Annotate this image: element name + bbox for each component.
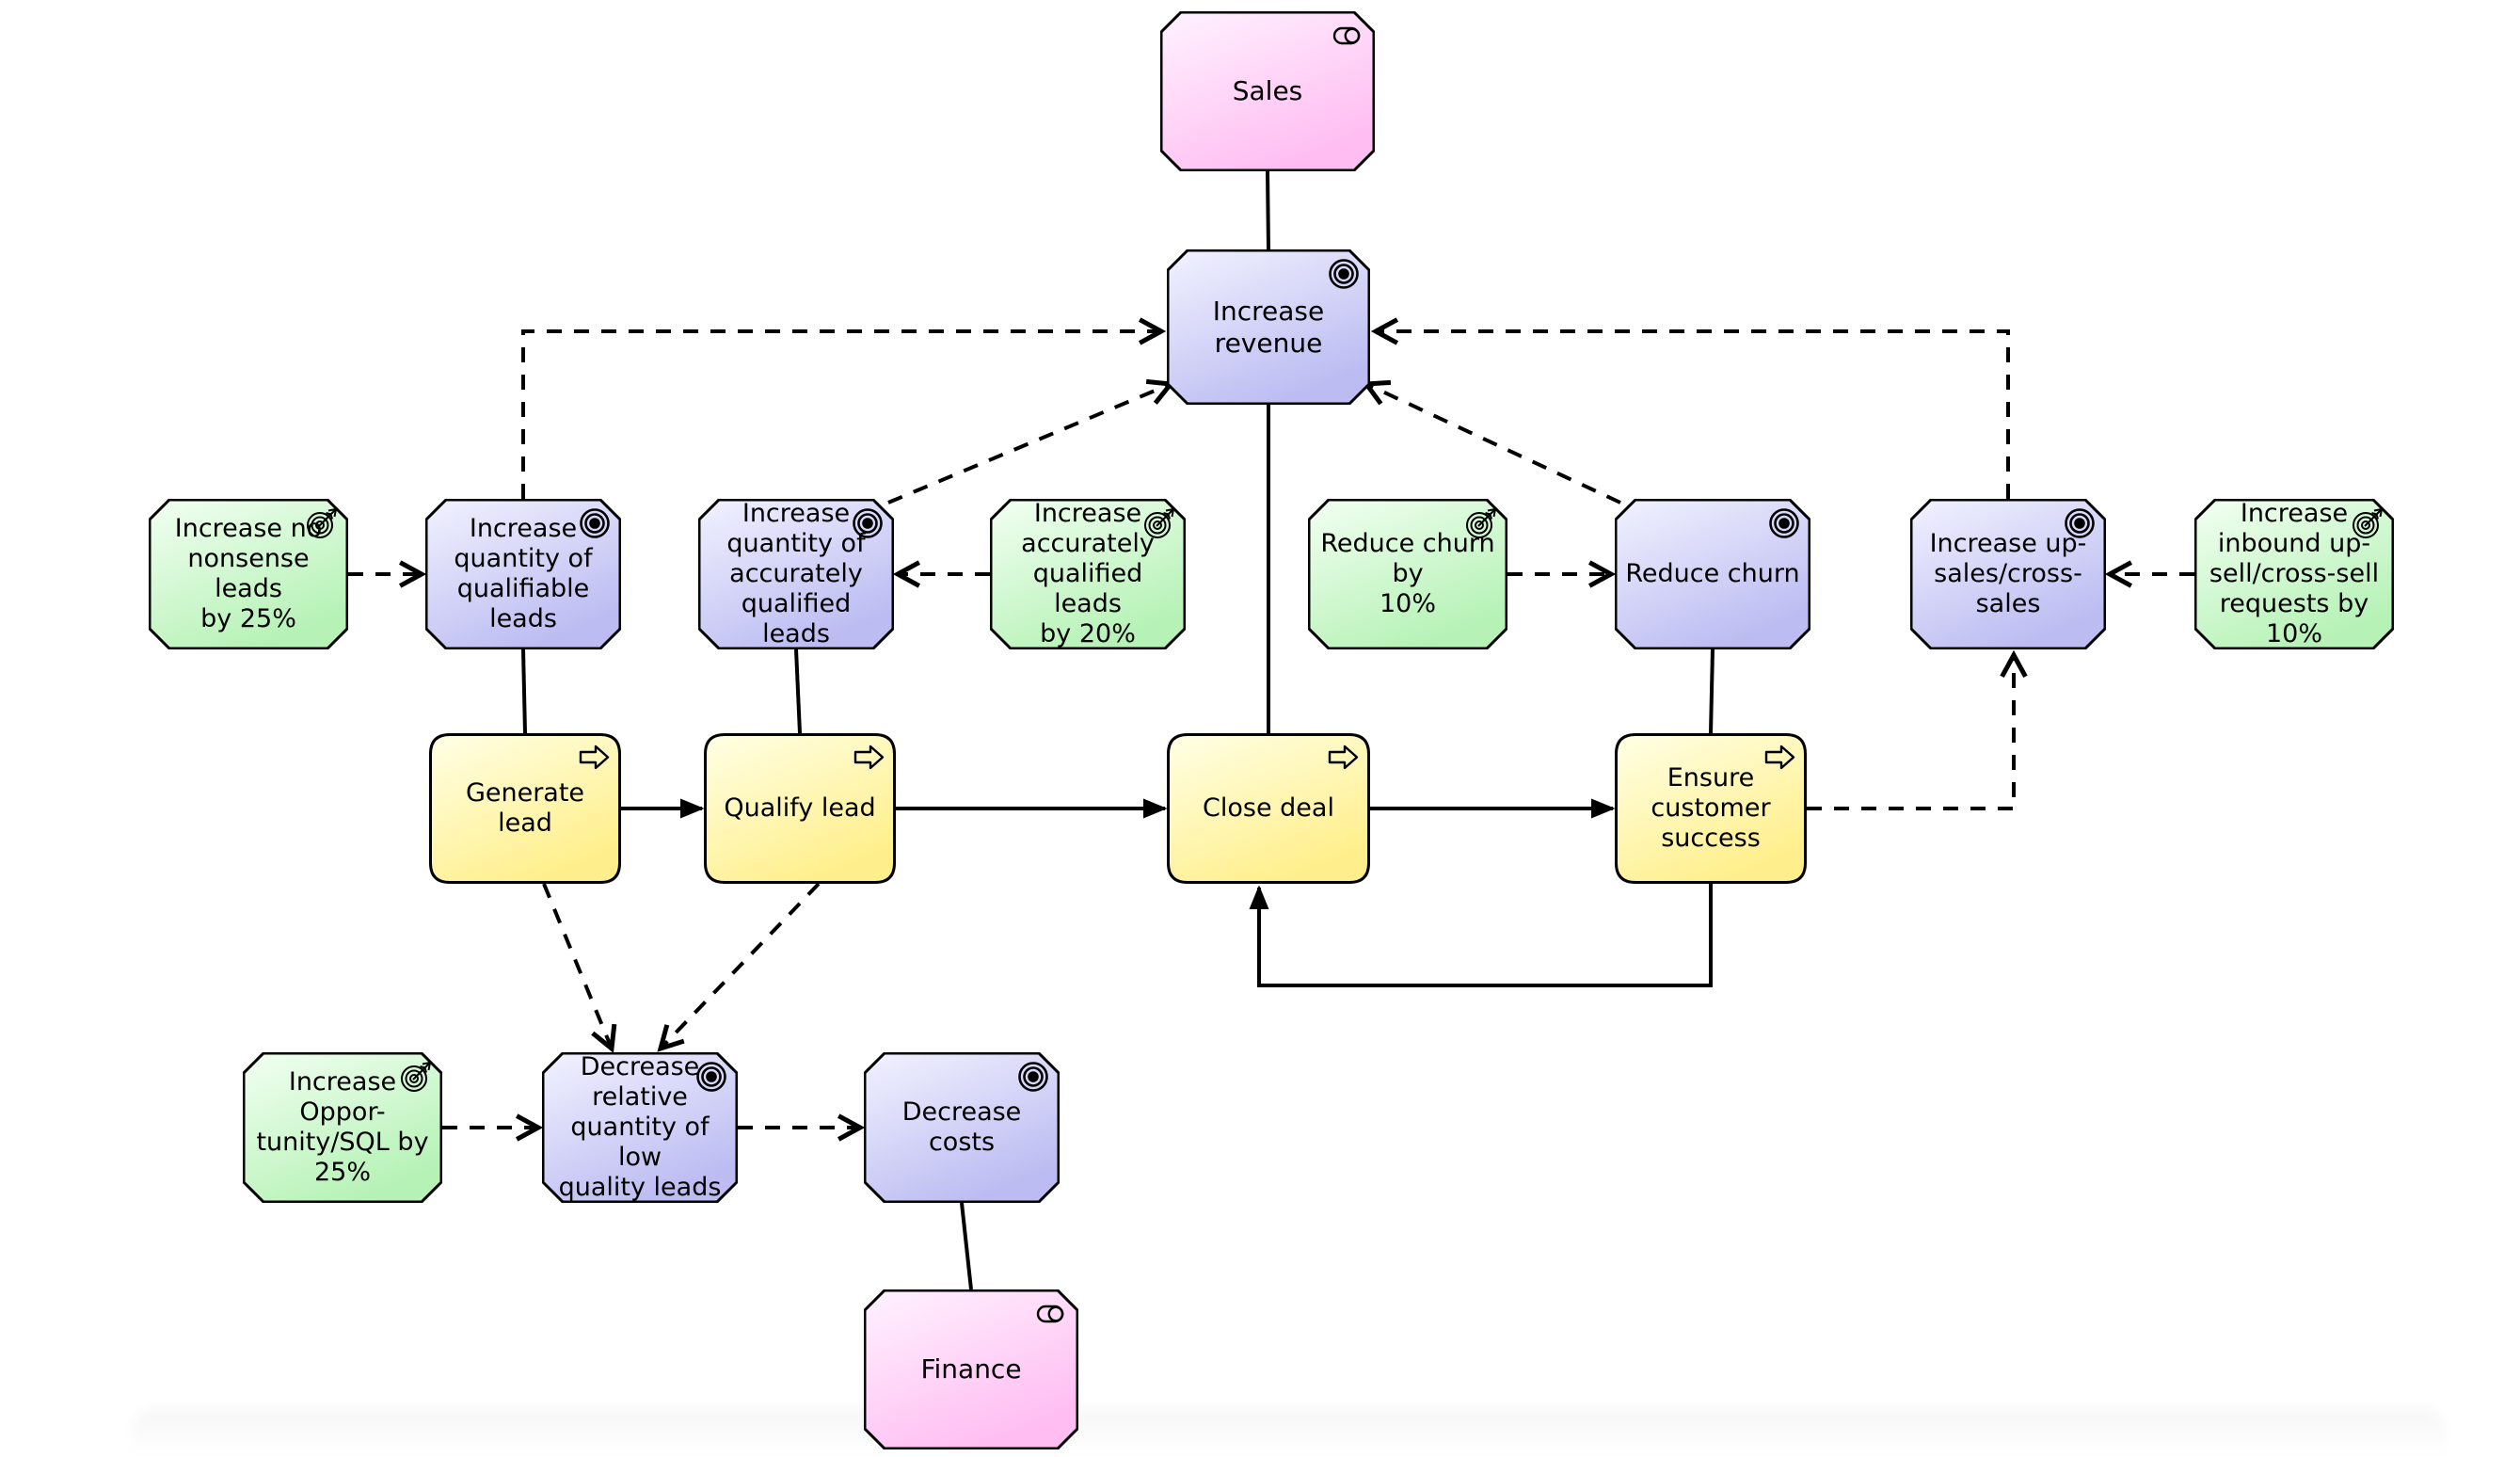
outcome-target-arrow-icon [1465,507,1497,546]
node-label: Ensure customer success [1651,763,1771,853]
node-reduce-churn-10[interactable]: Reduce churn by 10% [1308,499,1507,649]
edge-qualify-closedeal [896,798,1168,819]
node-finance[interactable]: Finance [864,1289,1078,1449]
edge-closedeal-ensure [1370,798,1616,819]
goal-target-icon [2064,507,2096,546]
outcome-target-arrow-icon [2352,507,2384,546]
node-label: Close deal [1203,793,1334,824]
edge-layer [348,170,2194,1290]
node-inc-accurate-q[interactable]: Increase quantity of accurately qualifie… [698,499,894,649]
diagram-canvas: Sales Increase revenue Increase no nonsens… [0,0,2520,1457]
edge-churn-ensure [1709,648,1715,734]
edge-nononsense-qualifiable [348,560,427,588]
edge-lowquality-costs [738,1113,866,1142]
node-label: Generate lead [465,778,585,838]
edge-inbound10-upsell [2104,560,2194,588]
node-increase-revenue[interactable]: Increase revenue [1167,249,1370,405]
node-inc-no-nonsense[interactable]: Increase no nonsense leads by 25% [149,499,348,649]
node-label: Finance [920,1353,1022,1385]
edge-acc20-accurateq [892,560,990,588]
process-arrow-icon [1764,742,1796,780]
goal-target-icon [1017,1061,1049,1099]
edge-ensure-closedeal-loop [1249,884,1713,987]
goal-target-icon [695,1061,727,1099]
outcome-target-arrow-icon [400,1061,432,1099]
node-close-deal[interactable]: Close deal [1167,733,1370,884]
node-inc-qualifiable[interactable]: Increase quantity of qualifiable leads [425,499,621,649]
edge-oppsql-lowquality [442,1113,544,1142]
node-label: Qualify lead [724,793,876,824]
node-label: Decrease costs [901,1097,1022,1157]
node-sales[interactable]: Sales [1160,11,1375,171]
goal-target-icon [1768,507,1800,546]
edge-genlead-lowquality [542,883,617,1053]
business-function-icon [1332,20,1364,58]
node-qualify-lead[interactable]: Qualify lead [704,733,896,884]
edge-ensure-upsell [1807,649,2028,810]
node-generate-lead[interactable]: Generate lead [429,733,621,884]
edge-qualifiable-genlead [521,648,527,734]
goal-target-icon [579,507,611,546]
node-label: Sales [1232,75,1303,107]
node-inc-inbound-10[interactable]: Increase inbound up- sell/cross-sell req… [2194,499,2394,649]
outcome-target-arrow-icon [306,507,338,546]
edge-qualify-lowquality [657,882,821,1052]
edge-qualifiable-revenue [521,317,1167,499]
edge-accurateq-revenue [887,378,1175,504]
goal-target-icon [852,507,884,546]
edge-churn-revenue [1362,379,1621,504]
node-inc-opp-sql-25[interactable]: Increase Oppor- tunity/SQL by 25% [243,1052,442,1203]
process-arrow-icon [1328,742,1360,780]
node-ensure-success[interactable]: Ensure customer success [1615,733,1807,884]
edge-accurateq-qualify [794,648,802,734]
edge-upsell-revenue [1370,317,2010,499]
node-inc-upsell-goal[interactable]: Increase up- sales/cross- sales [1910,499,2106,649]
node-label: Increase revenue [1212,296,1325,359]
process-arrow-icon [853,742,885,780]
edge-churn10-churn [1507,560,1617,588]
node-reduce-churn[interactable]: Reduce churn [1615,499,1810,649]
node-decrease-costs[interactable]: Decrease costs [864,1052,1060,1203]
node-inc-accurate-20[interactable]: Increase accurately qualified leads by 2… [990,499,1186,649]
edge-genlead-qualify [621,798,705,819]
business-function-icon [1036,1298,1068,1337]
process-arrow-icon [579,742,611,780]
outcome-target-arrow-icon [1143,507,1175,546]
goal-target-icon [1328,258,1360,296]
edge-costs-finance [960,1202,973,1290]
node-dec-low-quality[interactable]: Decrease relative quantity of low qualit… [542,1052,738,1203]
node-label: Reduce churn [1625,559,1800,589]
